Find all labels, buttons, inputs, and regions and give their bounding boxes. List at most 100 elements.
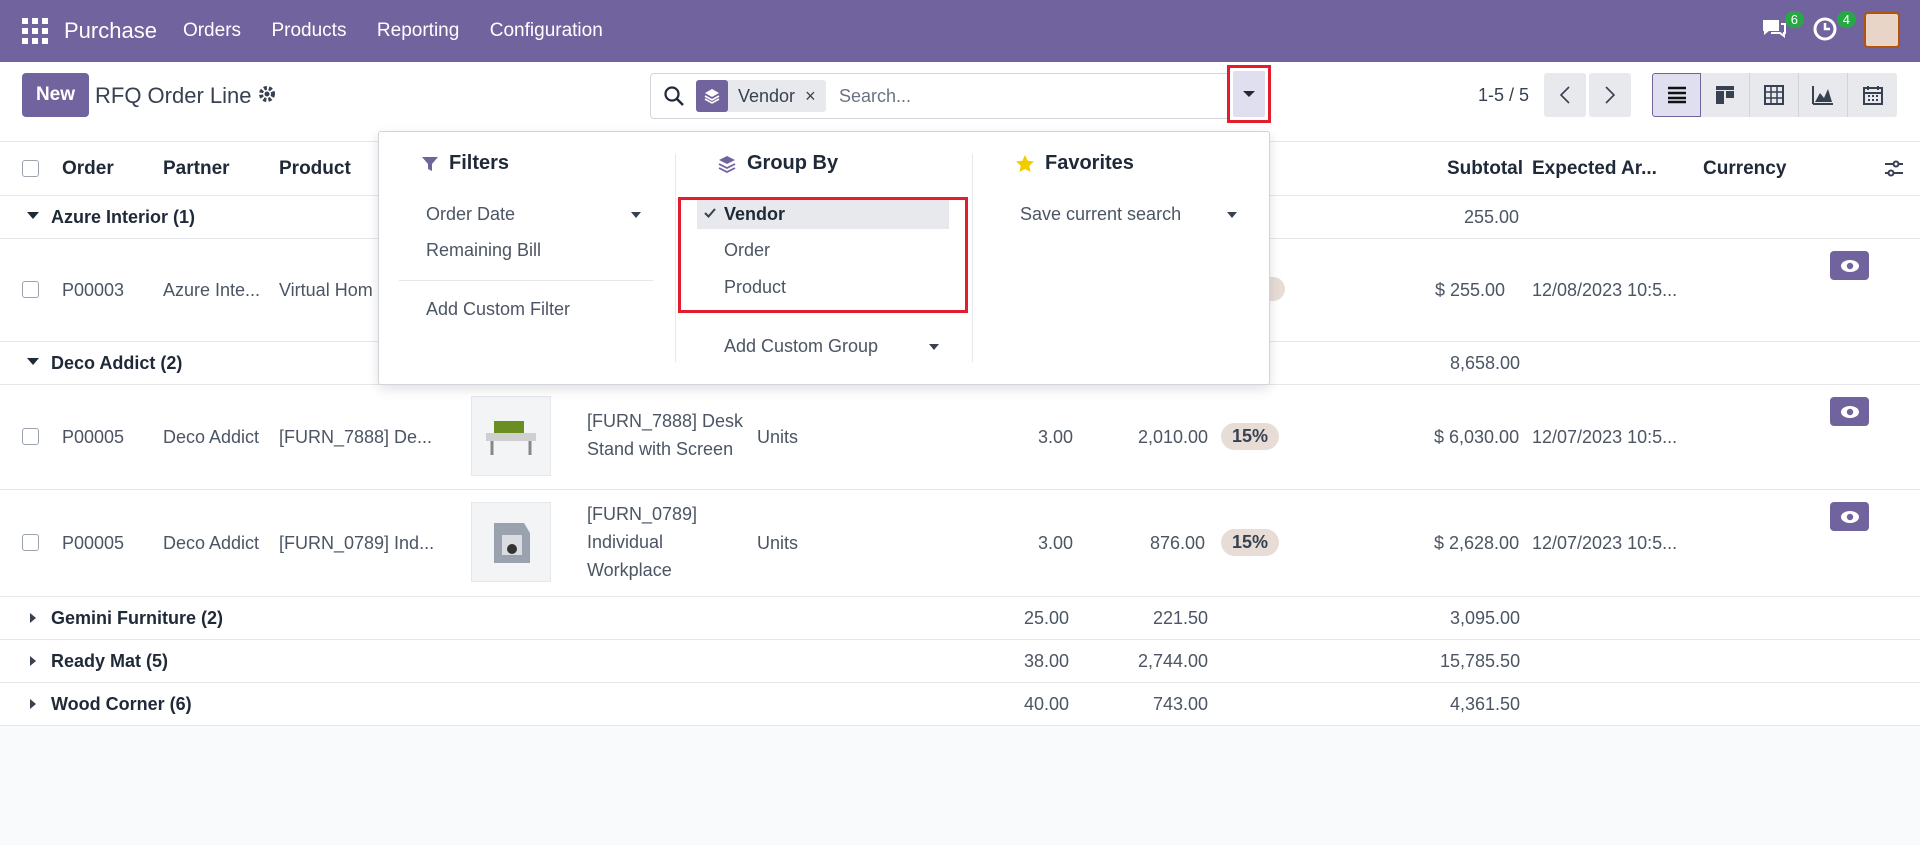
cell-partner: Deco Addict (163, 427, 260, 447)
group-row-ready-mat[interactable]: Ready Mat (5) 38.00 2,744.00 15,785.50 (0, 640, 1920, 683)
graph-view-icon[interactable] (1799, 73, 1848, 117)
product-image-workplace (471, 502, 551, 582)
group-row-gemini-furniture[interactable]: Gemini Furniture (2) 25.00 221.50 3,095.… (0, 597, 1920, 640)
menu-products[interactable]: Products (271, 20, 346, 42)
menu-orders[interactable]: Orders (183, 20, 241, 42)
cell-partner: Deco Addict (163, 533, 260, 553)
pager-value[interactable]: 1-5 / 5 (1478, 85, 1529, 106)
column-order[interactable]: Order (62, 158, 114, 180)
group-label: Gemini Furniture (2) (51, 608, 224, 628)
layers-icon (696, 80, 728, 112)
add-custom-filter[interactable]: Add Custom Filter (426, 299, 570, 320)
cell-quantity: 3.00 (1038, 427, 1074, 447)
filter-remaining-bill[interactable]: Remaining Bill (426, 240, 541, 261)
caret-down-icon (1243, 91, 1255, 97)
search-icon[interactable] (663, 85, 685, 112)
add-custom-group[interactable]: Add Custom Group (724, 336, 878, 357)
group-collapsed-icon (30, 656, 36, 666)
group-collapsed-icon (30, 699, 36, 709)
caret-down-icon[interactable] (1227, 212, 1237, 218)
view-switcher (1652, 73, 1897, 117)
cell-description-line1: [FURN_0789] (587, 504, 698, 524)
cell-description-line1: [FURN_7888] Desk (587, 411, 744, 431)
layers-icon (718, 155, 736, 173)
cell-subtotal: $ 255.00 (1435, 280, 1506, 300)
group-quantity: 25.00 (1024, 608, 1070, 628)
column-expected-arrival[interactable]: Expected Ar... (1532, 158, 1657, 180)
pager-previous-button[interactable] (1544, 73, 1586, 117)
menu-configuration[interactable]: Configuration (490, 20, 603, 42)
facet-remove-icon[interactable]: × (805, 86, 826, 107)
list-view-icon[interactable] (1652, 73, 1701, 117)
chat-count-badge: 6 (1784, 11, 1804, 28)
cell-product: [FURN_0789] Ind... (279, 533, 435, 553)
pager-next-button[interactable] (1589, 73, 1631, 117)
table-row[interactable]: P00005 Deco Addict [FURN_0789] Ind... [F… (0, 490, 1920, 597)
cell-expected-arrival: 12/07/2023 10:5... (1532, 427, 1678, 447)
favorites-section: Favorites (1015, 152, 1134, 175)
app-title[interactable]: Purchase (64, 18, 157, 44)
cell-product: Virtual Hom (279, 280, 373, 300)
search-facet-vendor: Vendor × (696, 80, 826, 112)
eye-icon[interactable] (1830, 251, 1869, 280)
top-navbar: Purchase Orders Products Reporting Confi… (0, 0, 1920, 62)
favorites-title: Favorites (1045, 152, 1134, 174)
column-partner[interactable]: Partner (163, 158, 230, 180)
search-options-toggle[interactable] (1227, 65, 1271, 123)
group-label: Deco Addict (2) (51, 353, 183, 373)
row-checkbox[interactable] (22, 534, 39, 551)
caret-down-icon[interactable] (929, 344, 939, 350)
group-label: Wood Corner (6) (51, 694, 192, 714)
cell-partner: Azure Inte... (163, 280, 261, 300)
search-input[interactable] (839, 83, 1209, 109)
cell-unit-price: 2,010.00 (1138, 427, 1209, 447)
cell-description-line2: Individual (587, 532, 664, 552)
chat-icon[interactable]: 6 (1760, 11, 1804, 45)
filters-title: Filters (449, 152, 510, 174)
activity-count-badge: 4 (1836, 11, 1856, 28)
group-subtotal: 3,095.00 (1450, 608, 1521, 628)
caret-down-icon[interactable] (631, 212, 641, 218)
row-checkbox[interactable] (22, 281, 39, 298)
menu-reporting[interactable]: Reporting (377, 20, 459, 42)
cell-description-line2: Stand with Screen (587, 439, 734, 459)
facet-value: Vendor (738, 85, 796, 106)
kanban-view-icon[interactable] (1701, 73, 1750, 117)
filter-order-date[interactable]: Order Date (426, 204, 515, 225)
gear-icon[interactable] (258, 85, 276, 108)
activity-clock-icon[interactable]: 4 (1812, 11, 1856, 45)
select-all-checkbox[interactable] (22, 160, 39, 177)
row-checkbox[interactable] (22, 428, 39, 445)
groupby-title: Group By (747, 152, 839, 174)
highlight-groupby-options (678, 197, 968, 313)
eye-icon[interactable] (1830, 397, 1869, 426)
cell-subtotal: $ 6,030.00 (1434, 427, 1520, 447)
eye-icon[interactable] (1830, 502, 1869, 531)
group-label: Azure Interior (1) (51, 207, 196, 227)
column-currency[interactable]: Currency (1703, 158, 1786, 180)
apps-menu-icon[interactable] (22, 18, 48, 44)
group-quantity: 38.00 (1024, 651, 1070, 671)
group-expanded-icon (27, 212, 39, 219)
column-product[interactable]: Product (279, 158, 351, 180)
control-panel: New RFQ Order Line Vendor × 1-5 / 5 (0, 62, 1920, 142)
column-subtotal[interactable]: Subtotal (1447, 158, 1523, 180)
search-bar: Vendor × (650, 73, 1230, 119)
filters-section: Filters (421, 152, 509, 175)
group-unit-price: 743.00 (1153, 694, 1209, 714)
cell-subtotal: $ 2,628.00 (1434, 533, 1520, 553)
user-avatar[interactable] (1864, 12, 1900, 48)
cell-discount-badge: 15% (1221, 529, 1280, 556)
optional-columns-icon[interactable] (1884, 159, 1904, 185)
group-row-wood-corner[interactable]: Wood Corner (6) 40.00 743.00 4,361.50 (0, 683, 1920, 726)
new-button[interactable]: New (22, 73, 89, 117)
groupby-section: Group By (717, 152, 838, 175)
cell-expected-arrival: 12/07/2023 10:5... (1532, 533, 1678, 553)
cell-description-line3: Workplace (587, 560, 672, 580)
calendar-view-icon[interactable] (1848, 73, 1897, 117)
table-row[interactable]: P00005 Deco Addict [FURN_7888] De... [FU… (0, 385, 1920, 490)
group-subtotal: 15,785.50 (1440, 651, 1521, 671)
cell-order: P00005 (62, 427, 125, 447)
save-current-search[interactable]: Save current search (1020, 204, 1181, 225)
pivot-view-icon[interactable] (1750, 73, 1799, 117)
